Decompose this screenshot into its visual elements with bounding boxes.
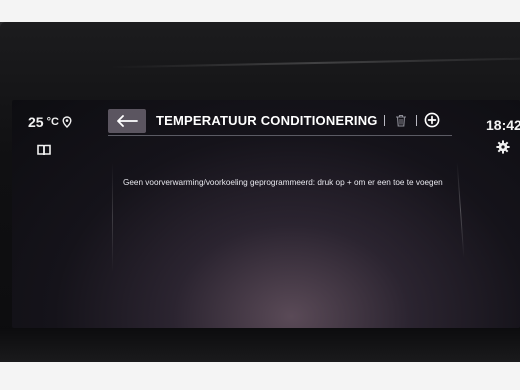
back-button[interactable]: [108, 109, 146, 133]
temperature-unit: °C: [46, 116, 59, 128]
add-circle-icon[interactable]: [424, 112, 440, 128]
back-arrow-icon: [117, 115, 138, 127]
header-divider: [416, 115, 417, 126]
location-pin-icon[interactable]: [62, 116, 72, 128]
empty-state-message: Geen voorverwarming/voorkoeling geprogra…: [123, 178, 443, 187]
gear-icon[interactable]: [496, 140, 510, 154]
outside-temperature: 25 °C: [28, 114, 72, 130]
book-icon[interactable]: [37, 144, 51, 156]
clock: 18:42: [486, 117, 520, 133]
panel-edge: [456, 162, 465, 258]
infotainment-screen: 25 °C TEMPERATUUR CONDITIONERING 18:42 G…: [12, 100, 520, 328]
temperature-value: 25: [28, 114, 44, 130]
page-header: TEMPERATUUR CONDITIONERING: [108, 109, 452, 136]
dashboard-bezel-bottom: [0, 328, 520, 362]
header-divider: [384, 115, 385, 126]
panel-edge: [112, 162, 113, 272]
trash-icon[interactable]: [395, 114, 407, 127]
page-title: TEMPERATUUR CONDITIONERING: [156, 113, 378, 128]
